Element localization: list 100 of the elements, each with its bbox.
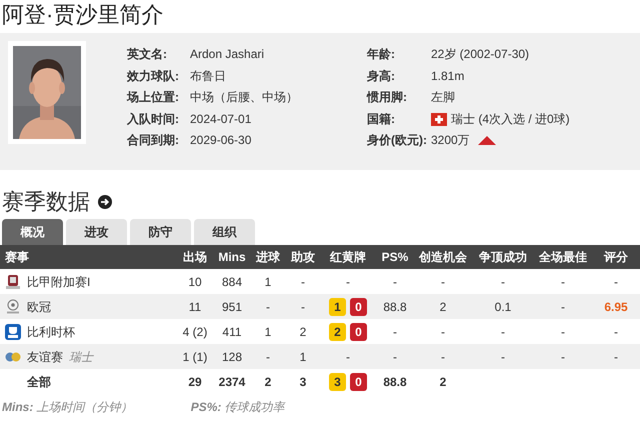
field-value: 2024-07-01 [190,110,252,128]
tab[interactable]: 组织 [194,219,255,245]
table-cell: 951 [214,294,250,319]
column-header: 红黄牌 [320,245,376,269]
table-cell: - [376,344,414,369]
table-cell: - [534,294,592,319]
field-label: 场上位置: [127,89,180,106]
booking-count: 1 [329,298,346,316]
note-text: 传球成功率 [224,400,285,414]
table-cell: - [414,319,472,344]
dismissal-count: 0 [350,322,367,340]
dismissal-count: 0 [350,298,367,316]
field-value: 22岁 (2002-07-30) [431,46,530,63]
field-value: 左脚 [431,89,456,106]
table-cell: 11 [176,294,214,319]
column-header: 评分 [592,245,640,269]
table-cell: 2 [414,369,472,394]
table-cell: 2 [286,319,320,344]
table-cell: 2 [250,369,286,394]
note-text: 上场时间（分钟） [36,400,133,414]
page-title: 阿登·贾沙里简介 [2,1,164,29]
field-value: 2029-06-30 [190,132,252,149]
total-label: 全部 [27,374,51,390]
table-cell: 3 [286,369,320,394]
competition-logo-icon [5,298,21,314]
table-cell: 88.8 [376,294,414,319]
table-cell: 2 [414,294,472,319]
table-cell: 10 [176,269,214,294]
table-cell: - [250,344,286,369]
field-label: 国籍: [367,110,396,128]
competition-logo-icon [5,324,21,340]
table-cell: - [414,269,472,294]
competition-name[interactable]: 友谊赛 [27,348,63,366]
booking-count: 2 [329,322,346,340]
field-label: 身价(欧元): [367,132,428,149]
section-title: 赛季数据 [2,188,90,216]
competition-name[interactable]: 比利时杯 [27,322,75,340]
field-label: 合同到期: [127,132,180,149]
arrow-circle-icon[interactable] [98,195,112,209]
field-label: 效力球队: [127,68,180,84]
table-cell: 1 [250,269,286,294]
field-label: 英文名: [127,46,168,63]
field-label: 惯用脚: [367,89,408,106]
competition-country: 瑞士 [69,348,93,366]
table-cell: - [376,269,414,294]
rating-cell: - [592,319,640,344]
field-label: 年龄: [367,46,396,63]
competition-logo-icon [5,274,21,290]
table-cell: - [472,319,534,344]
rating-cell: 6.95 [592,294,640,319]
note-key: PS%: [190,400,222,414]
table-cell: 411 [214,319,250,344]
field-value: 中场（后腰、中场） [190,89,299,106]
column-header: 全场最佳 [534,245,592,269]
field-value: 1.81m [431,68,466,84]
column-header: Mins [214,245,250,269]
rating-cell: - [592,344,640,369]
field-value: 3200万 [431,132,470,149]
booking-count: 3 [329,372,346,390]
table-cell: - [534,269,592,294]
table-cell: 2374 [214,369,250,394]
table-cell: - [414,344,472,369]
table-cell: 1 [286,344,320,369]
table-cell: - [472,344,534,369]
column-header: 进球 [250,245,286,269]
table-cell: 884 [214,269,250,294]
table-cell: - [534,344,592,369]
table-cell: 1 [250,319,286,344]
dismissal-count: 0 [350,372,367,390]
tab[interactable]: 进攻 [66,219,127,245]
table-cell: - [250,294,286,319]
table-cell: 88.8 [376,369,414,394]
table-cell: - [320,344,376,369]
competition-name[interactable]: 欧冠 [27,298,51,316]
table-cell: - [376,319,414,344]
table-cell: - [286,269,320,294]
competition-name[interactable]: 比甲附加赛I [27,272,90,290]
column-header: 争顶成功 [472,245,534,269]
table-cell: 128 [214,344,250,369]
column-header: 创造机会 [414,245,472,269]
column-header: 出场 [176,245,214,269]
column-header: 赛事 [0,245,176,269]
field-label: 入队时间: [127,110,180,128]
field-label: 身高: [367,68,396,84]
table-cell: - [472,269,534,294]
note-key: Mins: [2,400,34,414]
table-cell: 29 [176,369,214,394]
table-cell: 0.1 [472,294,534,319]
table-cell: 4 (2) [176,319,214,344]
up-triangle-icon [478,136,496,146]
column-header: PS% [376,245,414,269]
table-cell: - [534,319,592,344]
rating-cell: - [592,269,640,294]
field-value: 瑞士 (4次入选 / 进0球) [451,110,570,128]
swiss-flag-icon [431,112,447,126]
table-cell: 1 (1) [176,344,214,369]
tab[interactable]: 防守 [130,219,191,245]
tab[interactable]: 概况 [2,219,63,245]
table-cell: - [320,269,376,294]
table-cell: - [286,294,320,319]
